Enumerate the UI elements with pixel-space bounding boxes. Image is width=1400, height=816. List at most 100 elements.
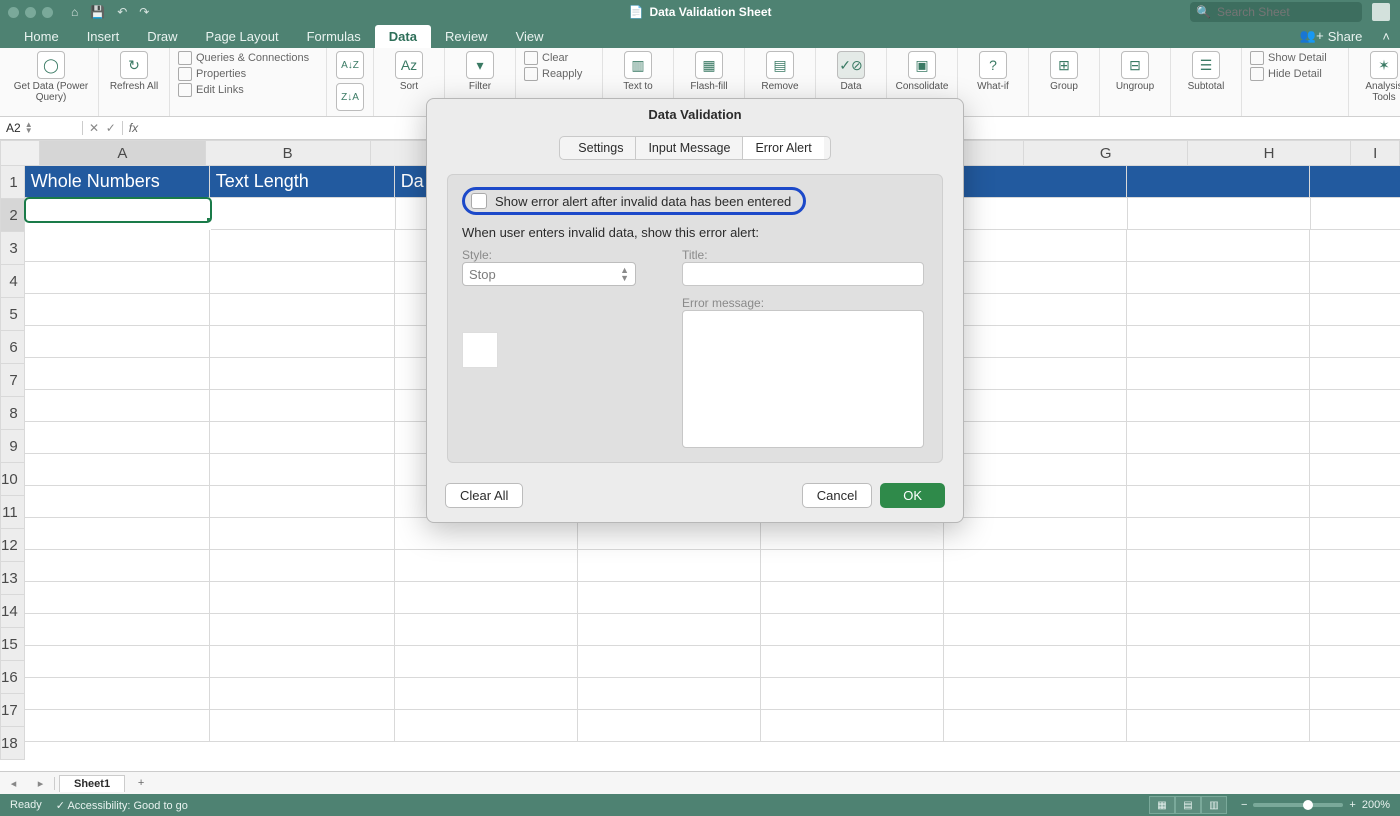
cell[interactable] xyxy=(210,710,395,742)
group-button[interactable]: ⊞Group xyxy=(1029,48,1100,116)
cell[interactable] xyxy=(1310,518,1400,550)
cell[interactable] xyxy=(578,550,761,582)
row-header[interactable]: 15 xyxy=(0,628,25,661)
cell[interactable] xyxy=(944,230,1127,262)
column-header[interactable]: A xyxy=(40,140,205,166)
tab-review[interactable]: Review xyxy=(431,25,502,48)
column-header[interactable]: B xyxy=(206,140,371,166)
window-controls[interactable] xyxy=(0,7,53,18)
select-all-triangle[interactable] xyxy=(0,140,40,166)
collapse-ribbon[interactable]: ˄ xyxy=(1372,25,1400,48)
cell[interactable] xyxy=(578,614,761,646)
cell[interactable] xyxy=(1127,230,1310,262)
cell[interactable] xyxy=(1127,422,1310,454)
queries-button[interactable]: Queries & Connections xyxy=(178,51,309,65)
row-header[interactable]: 9 xyxy=(0,430,25,463)
cell[interactable] xyxy=(944,710,1127,742)
row-header[interactable]: 10 xyxy=(0,463,25,496)
cell[interactable] xyxy=(1127,390,1310,422)
cell[interactable] xyxy=(210,646,395,678)
cell[interactable] xyxy=(210,358,395,390)
edit-links-button[interactable]: Edit Links xyxy=(178,83,244,97)
row-header[interactable]: 11 xyxy=(0,496,25,529)
redo-icon[interactable]: ↷ xyxy=(139,5,149,19)
row-header[interactable]: 2 xyxy=(0,199,25,232)
properties-button[interactable]: Properties xyxy=(178,67,246,81)
cell[interactable] xyxy=(25,550,210,582)
ungroup-button[interactable]: ⊟Ungroup xyxy=(1100,48,1171,116)
cell[interactable] xyxy=(211,198,396,230)
cell[interactable] xyxy=(1127,294,1310,326)
cell[interactable] xyxy=(1310,614,1400,646)
tab-draw[interactable]: Draw xyxy=(133,25,191,48)
row-header[interactable]: 7 xyxy=(0,364,25,397)
column-header[interactable]: G xyxy=(1024,140,1187,166)
cell[interactable] xyxy=(25,262,210,294)
cell[interactable] xyxy=(25,518,210,550)
cell[interactable] xyxy=(395,646,578,678)
tab-view[interactable]: View xyxy=(502,25,558,48)
column-header[interactable]: I xyxy=(1351,140,1400,166)
clear-all-button[interactable]: Clear All xyxy=(445,483,523,508)
sort-az-button[interactable]: A↓ZZ↓A xyxy=(327,48,374,116)
show-error-alert-checkbox-row[interactable]: Show error alert after invalid data has … xyxy=(462,187,806,215)
cell[interactable] xyxy=(1127,518,1310,550)
cell[interactable] xyxy=(25,710,210,742)
cell[interactable] xyxy=(210,454,395,486)
zoom-thumb[interactable] xyxy=(1303,800,1313,810)
cell[interactable] xyxy=(1310,486,1400,518)
cell[interactable] xyxy=(1310,550,1400,582)
cell[interactable] xyxy=(1310,582,1400,614)
cell[interactable] xyxy=(1127,646,1310,678)
cell[interactable] xyxy=(1310,646,1400,678)
cell[interactable] xyxy=(578,710,761,742)
cell[interactable] xyxy=(395,614,578,646)
cell[interactable] xyxy=(210,486,395,518)
save-icon[interactable]: 💾 xyxy=(90,5,105,19)
share-button[interactable]: 👥+Share xyxy=(1290,24,1372,48)
reapply-button[interactable]: Reapply xyxy=(524,67,582,81)
cell[interactable] xyxy=(944,614,1127,646)
cell[interactable] xyxy=(25,358,210,390)
sheet-scroll[interactable]: ◂▸ xyxy=(0,777,55,790)
show-detail-button[interactable]: Show Detail xyxy=(1250,51,1327,65)
cell[interactable] xyxy=(25,230,210,262)
cell[interactable] xyxy=(944,294,1127,326)
cell[interactable] xyxy=(1127,166,1310,198)
fx-label[interactable]: fx xyxy=(123,121,144,135)
cell[interactable] xyxy=(1127,550,1310,582)
close-icon[interactable] xyxy=(8,7,19,18)
cell[interactable] xyxy=(944,518,1127,550)
cell[interactable] xyxy=(1310,166,1400,198)
hide-detail-button[interactable]: Hide Detail xyxy=(1250,67,1322,81)
what-if-button[interactable]: ?What-if xyxy=(958,48,1029,116)
row-header[interactable]: 3 xyxy=(0,232,25,265)
cell[interactable] xyxy=(395,710,578,742)
cell[interactable] xyxy=(578,646,761,678)
cell[interactable] xyxy=(1127,710,1310,742)
cell[interactable] xyxy=(210,294,395,326)
cell[interactable] xyxy=(25,422,210,454)
cell[interactable] xyxy=(210,518,395,550)
cell[interactable] xyxy=(944,678,1127,710)
cell[interactable] xyxy=(210,678,395,710)
page-layout-view-icon[interactable]: ▤ xyxy=(1175,796,1201,814)
scroll-left-icon[interactable]: ◂ xyxy=(11,777,17,790)
dialog-tab-error-alert[interactable]: Error Alert xyxy=(743,137,823,159)
cell[interactable] xyxy=(944,486,1127,518)
cell[interactable] xyxy=(210,230,395,262)
row-header[interactable]: 17 xyxy=(0,694,25,727)
minimize-icon[interactable] xyxy=(25,7,36,18)
cell[interactable] xyxy=(25,582,210,614)
zoom-controls[interactable]: − + 200% xyxy=(1241,799,1390,811)
search-sheet[interactable]: 🔍 xyxy=(1190,2,1362,22)
row-header[interactable]: 13 xyxy=(0,562,25,595)
cell[interactable] xyxy=(1127,486,1310,518)
zoom-icon[interactable] xyxy=(42,7,53,18)
row-header[interactable]: 12 xyxy=(0,529,25,562)
cell[interactable] xyxy=(1310,230,1400,262)
cell[interactable] xyxy=(761,710,944,742)
row-header[interactable]: 5 xyxy=(0,298,25,331)
cancel-formula-icon[interactable]: ✕ xyxy=(89,121,99,135)
accept-formula-icon[interactable]: ✓ xyxy=(106,121,116,135)
